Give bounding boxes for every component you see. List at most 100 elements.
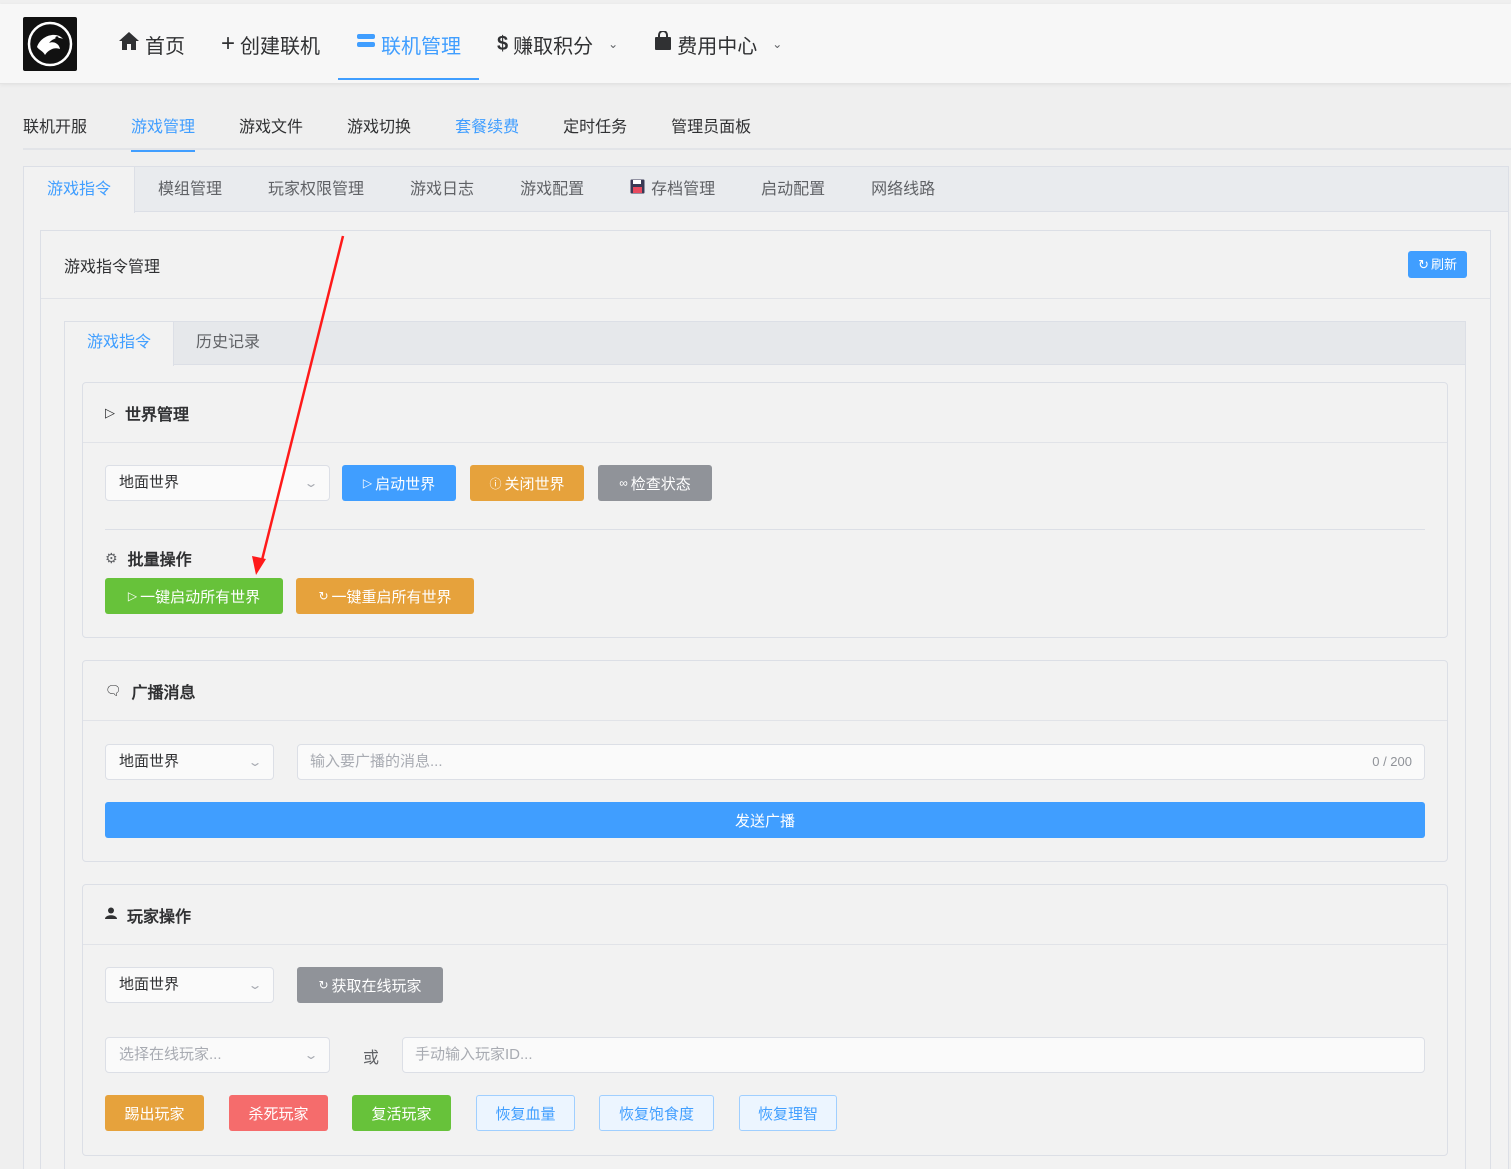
inner-tab-commands[interactable]: 游戏指令 [65,322,175,366]
broadcast-section-title: 广播消息 [131,684,196,702]
subtab-game-files[interactable]: 游戏文件 [239,112,303,150]
broadcast-message-input[interactable]: 输入要广播的消息... 0 / 200 [297,744,1425,780]
server-icon [356,32,376,56]
refresh-icon: ↻ [1418,257,1429,272]
subtab-admin-panel[interactable]: 管理员面板 [671,112,751,150]
restore-sanity-button[interactable]: 恢复理智 [739,1095,837,1131]
section-divider [105,529,1425,530]
batch-ops-title: 批量操作 [127,552,192,569]
chevron-down-icon: ⌄ [247,978,263,992]
subtab-game-switch[interactable]: 游戏切换 [347,112,411,150]
tab-game-commands[interactable]: 游戏指令 [24,167,136,213]
refresh-button[interactable]: ↻ 刷新 [1408,251,1467,278]
close-world-label: 关闭世界 [504,475,565,493]
online-player-select[interactable]: 选择在线玩家... ⌄ [105,1037,330,1073]
nav-earn-label: 赚取积分 [513,35,594,58]
chevron-down-icon: ⌄ [303,1048,319,1062]
subtab-open-server[interactable]: 联机开服 [23,112,87,150]
player-section-header: 玩家操作 [83,885,1447,945]
check-status-button[interactable]: ∞ 检查状态 [598,465,712,501]
play-circle-icon: ▷ [105,404,115,420]
broadcast-section: 🗨 广播消息 地面世界 ⌄ 输入要广播的消息... 0 / 200 发送广播 [82,660,1448,862]
main-menu: 首页 + 创建联机 联机管理 $ 赚取积分 ⌄ 费用中心 ⌄ [100,4,800,84]
plus-icon: + [221,30,236,57]
gear-icon: ⚙ [105,549,118,566]
app-logo[interactable] [23,17,77,71]
tab-mods[interactable]: 模组管理 [135,167,245,212]
refresh-icon: ↻ [318,978,329,992]
tab-saves[interactable]: 存档管理 [607,167,738,212]
player-ops-section: 玩家操作 地面世界 ⌄ ↻ 获取在线玩家 选择在线玩家... ⌄ 或 手动输入玩… [82,884,1448,1156]
chevron-down-icon: ⌄ [772,37,783,51]
commands-inner-tabs: 游戏指令 历史记录 ▷ 世界管理 地面世界 ⌄ ▷ 启动世界 ⓘ 关闭世界 ∞ … [64,321,1466,1169]
chat-bubble-icon: 🗨 [105,682,122,698]
char-counter: 0 / 200 [1372,754,1412,769]
tab-launch-config[interactable]: 启动配置 [738,167,848,212]
world-select[interactable]: 地面世界 ⌄ [105,465,330,501]
or-label: 或 [363,1050,380,1067]
player-id-input[interactable]: 手动输入玩家ID... [402,1037,1425,1073]
play-circle-icon: ▷ [362,476,373,490]
restart-all-label: 一键重启所有世界 [331,588,452,606]
inner-tab-history[interactable]: 历史记录 [174,322,282,365]
refresh-icon: ↻ [318,589,329,603]
start-all-label: 一键启动所有世界 [140,588,261,606]
subtab-game-manage[interactable]: 游戏管理 [131,112,196,152]
start-all-worlds-button[interactable]: ▷ 一键启动所有世界 [105,578,283,614]
nav-earn[interactable]: $ 赚取积分 ⌄ [479,4,636,84]
top-navbar: 首页 + 创建联机 联机管理 $ 赚取积分 ⌄ 费用中心 ⌄ [0,4,1511,84]
player-world-select[interactable]: 地面世界 ⌄ [105,967,274,1003]
close-world-button[interactable]: ⓘ 关闭世界 [470,465,584,501]
tab-saves-label: 存档管理 [651,180,716,198]
restart-all-worlds-button[interactable]: ↻ 一键重启所有世界 [296,578,474,614]
chevron-down-icon: ⌄ [303,476,319,490]
chevron-down-icon: ⌄ [247,755,263,769]
check-status-label: 检查状态 [630,475,691,493]
kick-player-button[interactable]: 踢出玩家 [105,1095,204,1131]
restore-hunger-button[interactable]: 恢复饱食度 [599,1095,714,1131]
start-world-button[interactable]: ▷ 启动世界 [342,465,456,501]
nav-create[interactable]: + 创建联机 [203,4,338,84]
tab-network[interactable]: 网络线路 [848,167,958,212]
chevron-down-icon: ⌄ [608,37,619,51]
nav-billing-label: 费用中心 [677,35,758,58]
game-manage-tabs: 游戏指令 模组管理 玩家权限管理 游戏日志 游戏配置 存档管理 启动配置 网络线… [23,166,1509,1169]
nav-create-label: 创建联机 [240,35,321,58]
batch-ops-header: ⚙ 批量操作 [105,546,192,570]
broadcast-world-select[interactable]: 地面世界 ⌄ [105,744,274,780]
broadcast-placeholder: 输入要广播的消息... [310,753,443,770]
world-select-value: 地面世界 [119,474,180,491]
revive-player-button[interactable]: 复活玩家 [352,1095,451,1131]
fetch-online-players-button[interactable]: ↻ 获取在线玩家 [297,967,443,1003]
tab-game-logs[interactable]: 游戏日志 [387,167,497,212]
kill-player-button[interactable]: 杀死玩家 [229,1095,328,1131]
nav-manage-label: 联机管理 [381,35,462,58]
world-management-section: ▷ 世界管理 地面世界 ⌄ ▷ 启动世界 ⓘ 关闭世界 ∞ 检查状态 ⚙ 批量操… [82,382,1448,638]
world-section-header: ▷ 世界管理 [83,383,1447,443]
panel-header: 游戏指令管理 ↻ 刷新 [41,231,1490,299]
tab-player-permissions[interactable]: 玩家权限管理 [245,167,387,212]
user-icon [105,907,117,922]
restore-health-button[interactable]: 恢复血量 [476,1095,575,1131]
card-tabs-header: 游戏指令 模组管理 玩家权限管理 游戏日志 游戏配置 存档管理 启动配置 网络线… [24,167,1508,213]
send-broadcast-button[interactable]: 发送广播 [105,802,1425,838]
subtab-scheduled-tasks[interactable]: 定时任务 [563,112,627,150]
fetch-players-label: 获取在线玩家 [331,977,422,995]
start-world-label: 启动世界 [375,475,436,493]
world-section-title: 世界管理 [125,406,190,424]
nav-manage[interactable]: 联机管理 [338,4,480,84]
player-section-title: 玩家操作 [127,908,192,926]
broadcast-world-value: 地面世界 [119,753,180,770]
nav-home-label: 首页 [145,35,185,58]
commands-panel: 游戏指令管理 ↻ 刷新 游戏指令 历史记录 ▷ 世界管理 地面世界 ⌄ ▷ 启动… [40,230,1491,1169]
player-world-value: 地面世界 [119,976,180,993]
nav-home[interactable]: 首页 [100,4,203,84]
save-disk-icon [630,168,645,212]
subtab-renew[interactable]: 套餐续费 [455,112,519,150]
inner-tabs-header: 游戏指令 历史记录 [65,322,1465,366]
online-player-placeholder: 选择在线玩家... [119,1046,222,1063]
nav-billing[interactable]: 费用中心 ⌄ [636,4,800,84]
bag-icon [654,30,672,57]
tab-game-config[interactable]: 游戏配置 [497,167,607,212]
broadcast-section-header: 🗨 广播消息 [83,661,1447,721]
